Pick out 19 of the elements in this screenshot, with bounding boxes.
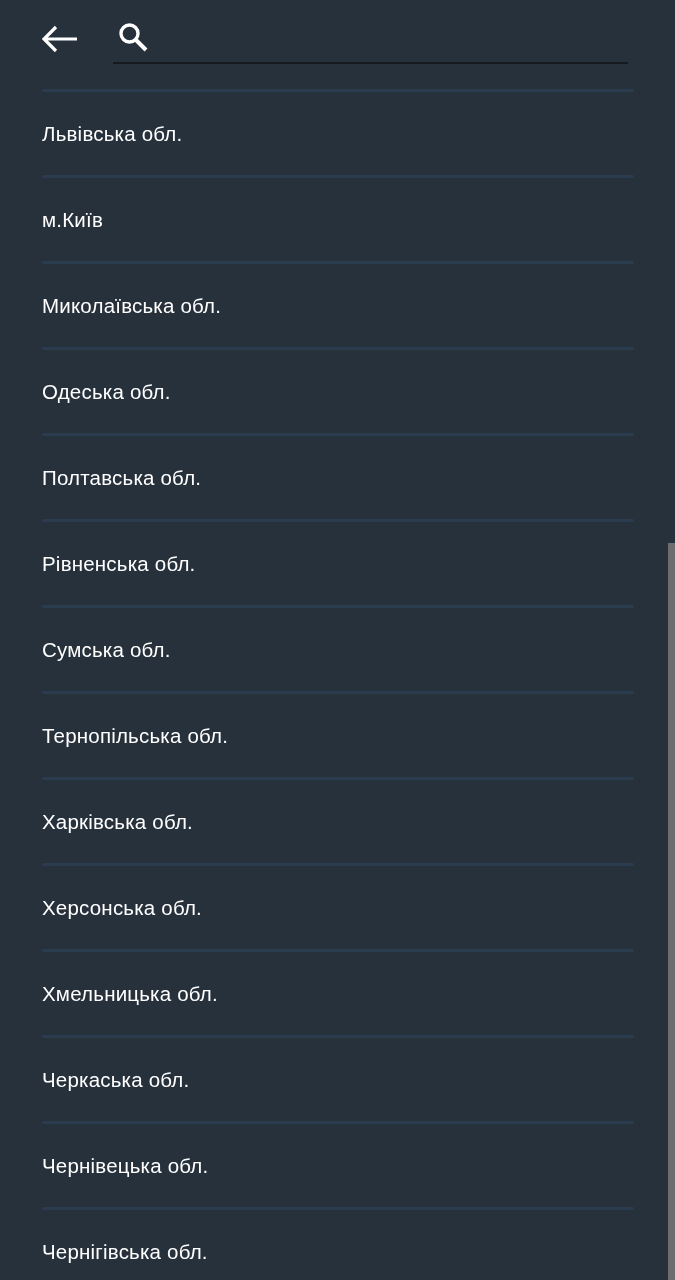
back-arrow-icon [42,25,78,53]
region-item[interactable]: Херсонська обл. [42,866,634,949]
region-item[interactable]: Хмельницька обл. [42,952,634,1035]
region-item[interactable]: Миколаївська обл. [42,264,634,347]
search-field[interactable] [113,20,628,64]
region-item[interactable]: Чернігівська обл. [42,1210,634,1280]
region-item[interactable]: м.Київ [42,178,634,261]
back-button[interactable] [41,24,79,54]
scrollbar-thumb[interactable] [668,543,675,1280]
region-item[interactable]: Тернопільська обл. [42,694,634,777]
region-item[interactable]: Львівська обл. [42,92,634,175]
region-item[interactable]: Чернівецька обл. [42,1124,634,1207]
region-item[interactable]: Черкаська обл. [42,1038,634,1121]
search-icon [118,22,148,52]
region-item[interactable]: Сумська обл. [42,608,634,691]
region-item[interactable]: Одеська обл. [42,350,634,433]
region-item[interactable]: Харківська обл. [42,780,634,863]
region-item[interactable]: Полтавська обл. [42,436,634,519]
region-item[interactable]: Рівненська обл. [42,522,634,605]
